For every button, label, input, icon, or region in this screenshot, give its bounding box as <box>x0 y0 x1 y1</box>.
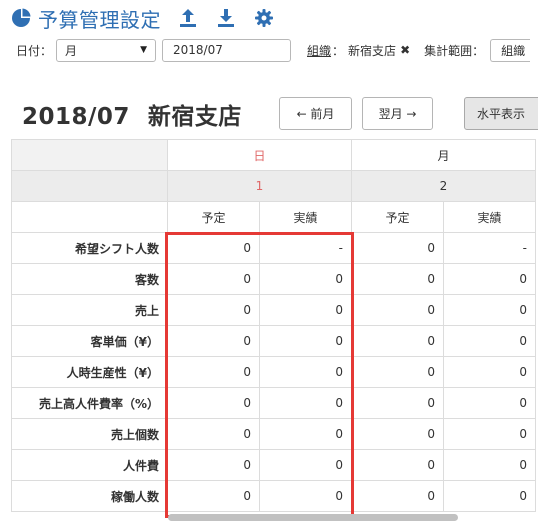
date-input[interactable]: 2018/07 <box>162 38 292 62</box>
actual-value-cell[interactable]: 0 <box>443 294 536 326</box>
date-header: 1 <box>167 170 352 202</box>
plan-value-cell[interactable]: 0 <box>167 449 260 481</box>
period-select-value: 月 <box>65 43 78 58</box>
table-row: 稼働人数 0 0 0 0 <box>11 480 536 512</box>
budget-table: 日 月 1 2 予定 実績 予定 実績 希望シフト人数 0-0- 客数 0 0 0 0 売上 0… <box>11 139 536 512</box>
range-select[interactable]: 組織 <box>490 38 531 62</box>
range-label: 集計範囲： <box>424 43 485 58</box>
upload-icon[interactable] <box>177 7 199 29</box>
table-row: 売上個数 0 0 0 0 <box>11 418 536 450</box>
row-label: 客数 <box>11 263 168 295</box>
actual-value-cell[interactable]: 0 <box>259 325 352 357</box>
period-store: 新宿支店 <box>147 104 242 130</box>
org-link[interactable]: 組織 <box>307 42 331 59</box>
actual-value-cell[interactable]: 0 <box>443 263 536 295</box>
row-label: 希望シフト人数 <box>11 232 168 264</box>
plan-header: 予定 <box>351 201 444 233</box>
plan-value-cell[interactable]: 0 <box>167 263 260 295</box>
date-header: 2 <box>351 170 536 202</box>
table-row: 売上高人件費率（%） 0 0 0 0 <box>11 387 536 419</box>
row-label: 売上 <box>11 294 168 326</box>
plan-header: 予定 <box>167 201 260 233</box>
date-row: 1 2 <box>11 170 536 202</box>
plan-value-cell[interactable]: 0 <box>167 480 260 512</box>
plan-value-cell[interactable]: 0 <box>351 449 444 481</box>
actual-header: 実績 <box>259 201 352 233</box>
page-title: 予算管理設定 <box>38 7 161 32</box>
weekday-row: 日 月 <box>11 139 536 171</box>
chevron-down-icon: ▼ <box>140 45 148 55</box>
period-select[interactable]: 月 ▼ <box>56 38 157 62</box>
plan-value-cell[interactable]: 0 <box>167 325 260 357</box>
table-row: 人件費 0 0 0 0 <box>11 449 536 481</box>
actual-header: 実績 <box>443 201 536 233</box>
actual-value-cell[interactable]: 0 <box>443 356 536 388</box>
row-label: 売上個数 <box>11 418 168 450</box>
period-heading: 2018/07 新宿支店 <box>22 97 242 131</box>
row-label: 客単価（¥） <box>11 325 168 357</box>
table-row: 売上 0 0 0 0 <box>11 294 536 326</box>
actual-value-cell[interactable]: 0 <box>443 480 536 512</box>
horizontal-view-button[interactable]: 水平表示 <box>464 97 538 130</box>
weekday-header: 月 <box>351 139 536 171</box>
app-header: 予算管理設定 <box>10 4 275 32</box>
row-label: 人件費 <box>11 449 168 481</box>
table-row: 客単価（¥） 0 0 0 0 <box>11 325 536 357</box>
plan-value-cell[interactable]: 0 <box>351 356 444 388</box>
plan-value-cell[interactable]: 0 <box>351 294 444 326</box>
actual-value-cell[interactable]: 0 <box>443 325 536 357</box>
plan-value-cell[interactable]: 0 <box>351 263 444 295</box>
plan-value-cell[interactable]: 0 <box>167 387 260 419</box>
date-label: 日付： <box>16 43 53 58</box>
plan-value-cell[interactable]: 0 <box>167 232 260 264</box>
table-row: 人時生産性（¥） 0 0 0 0 <box>11 356 536 388</box>
plan-value-cell[interactable]: 0 <box>351 232 444 264</box>
subheader-row: 予定 実績 予定 実績 <box>11 201 536 233</box>
actual-value-cell[interactable]: 0 <box>259 356 352 388</box>
row-label: 売上高人件費率（%） <box>11 387 168 419</box>
corner-cell <box>11 170 168 202</box>
plan-value-cell[interactable]: 0 <box>351 387 444 419</box>
download-icon[interactable] <box>215 7 237 29</box>
actual-value-cell[interactable]: 0 <box>259 387 352 419</box>
actual-value-cell[interactable]: - <box>443 232 536 264</box>
remove-org-icon[interactable]: ✖ <box>400 43 410 57</box>
actual-value-cell[interactable]: 0 <box>259 418 352 450</box>
actual-value-cell[interactable]: 0 <box>259 294 352 326</box>
corner-cell <box>11 139 168 171</box>
actual-value-cell[interactable]: 0 <box>259 263 352 295</box>
table-row: 客数 0 0 0 0 <box>11 263 536 295</box>
prev-month-button[interactable]: ← 前月 <box>279 97 352 130</box>
weekday-header: 日 <box>167 139 352 171</box>
pie-chart-icon <box>12 8 31 27</box>
actual-value-cell[interactable]: 0 <box>443 418 536 450</box>
plan-value-cell[interactable]: 0 <box>167 356 260 388</box>
filter-bar: 日付： 月 ▼ 2018/07 組織 ： 新宿支店 ✖ 集計範囲： 組織 <box>16 38 531 62</box>
actual-value-cell[interactable]: 0 <box>443 387 536 419</box>
plan-value-cell[interactable]: 0 <box>351 480 444 512</box>
corner-cell <box>11 201 168 233</box>
org-colon: ： <box>332 43 345 58</box>
row-label: 稼働人数 <box>11 480 168 512</box>
row-label: 人時生産性（¥） <box>11 356 168 388</box>
next-month-button[interactable]: 翌月 → <box>362 97 433 130</box>
table-body: 希望シフト人数 0-0- 客数 0 0 0 0 売上 0 0 0 0 客単価（¥） 0 0 0 0 人時生産性（¥… <box>11 232 536 512</box>
plan-value-cell[interactable]: 0 <box>167 294 260 326</box>
plan-value-cell[interactable]: 0 <box>167 418 260 450</box>
period-month: 2018/07 <box>22 104 130 130</box>
actual-value-cell[interactable]: - <box>259 232 352 264</box>
table-row: 希望シフト人数 0-0- <box>11 232 536 264</box>
actual-value-cell[interactable]: 0 <box>259 480 352 512</box>
gear-icon[interactable] <box>253 7 275 29</box>
horizontal-scrollbar[interactable] <box>168 514 458 521</box>
actual-value-cell[interactable]: 0 <box>443 449 536 481</box>
org-value: 新宿支店 <box>348 43 397 58</box>
actual-value-cell[interactable]: 0 <box>259 449 352 481</box>
plan-value-cell[interactable]: 0 <box>351 325 444 357</box>
plan-value-cell[interactable]: 0 <box>351 418 444 450</box>
